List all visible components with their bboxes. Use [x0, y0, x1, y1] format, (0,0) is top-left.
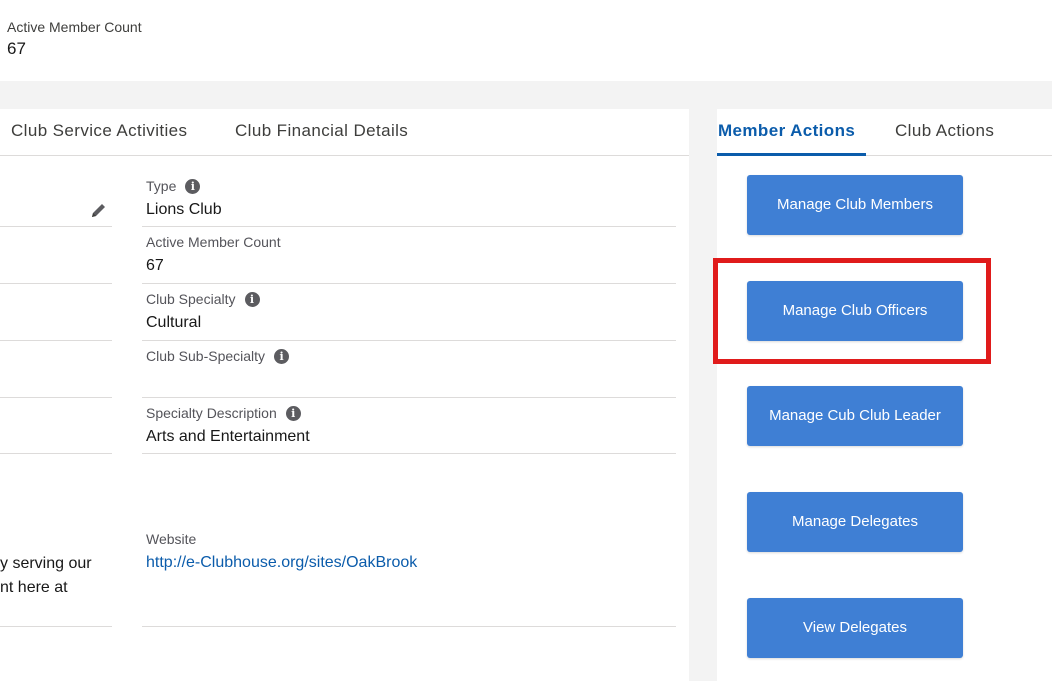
- tab-club-financial-details[interactable]: Club Financial Details: [235, 121, 408, 141]
- field-value: [146, 371, 289, 389]
- field-active-member-count: Active Member Count 67: [146, 234, 281, 275]
- field-label: Active Member Count: [146, 234, 281, 250]
- field-specialty-description: Specialty Description i Arts and Entertai…: [146, 405, 310, 446]
- pencil-icon[interactable]: [90, 201, 108, 219]
- active-tab-indicator: [717, 153, 866, 156]
- field-value: 67: [146, 257, 164, 274]
- field-divider: [142, 340, 676, 341]
- highlights-panel: Active Member Count 67: [0, 0, 1052, 81]
- tab-club-actions[interactable]: Club Actions: [895, 121, 994, 141]
- manage-cub-club-leader-button[interactable]: Manage Cub Club Leader: [747, 386, 963, 446]
- details-tabs: Club Service Activities Club Financial D…: [0, 109, 689, 156]
- field-value: Arts and Entertainment: [146, 428, 310, 445]
- actions-card: Member Actions Club Actions Manage Club …: [717, 109, 1052, 681]
- field-value: Lions Club: [146, 201, 222, 218]
- field-divider: [142, 397, 676, 398]
- field-label: Website: [146, 531, 197, 547]
- club-details-card: Club Service Activities Club Financial D…: [0, 109, 689, 681]
- field-divider: [142, 283, 676, 284]
- field-label: Club Specialty: [146, 291, 236, 307]
- info-icon[interactable]: i: [285, 405, 301, 421]
- field-divider: [0, 226, 112, 227]
- field-website: Website http://e-Clubhouse.org/sites/Oak…: [146, 531, 417, 572]
- info-icon[interactable]: i: [244, 291, 260, 307]
- website-link[interactable]: http://e-Clubhouse.org/sites/OakBrook: [146, 554, 417, 572]
- field-value: Cultural: [146, 314, 202, 331]
- field-club-sub-specialty: Club Sub-Specialty i: [146, 348, 290, 389]
- tab-club-service-activities[interactable]: Club Service Activities: [11, 121, 187, 141]
- field-divider: [142, 453, 676, 454]
- field-label: Type: [146, 178, 177, 194]
- info-icon[interactable]: i: [274, 348, 290, 364]
- field-divider: [0, 626, 112, 627]
- field-divider: [0, 397, 112, 398]
- field-divider: [0, 453, 112, 454]
- field-divider: [142, 626, 676, 627]
- info-icon[interactable]: i: [185, 178, 201, 194]
- manage-club-members-button[interactable]: Manage Club Members: [747, 175, 963, 235]
- actions-tabs: Member Actions Club Actions: [717, 109, 1052, 156]
- highlight-annotation: [713, 258, 991, 364]
- field-divider: [142, 226, 676, 227]
- field-divider: [0, 283, 112, 284]
- field-type: Type i Lions Club: [146, 178, 222, 219]
- description-text-line: y serving our: [0, 555, 92, 572]
- field-label: Club Sub-Specialty: [146, 348, 266, 364]
- active-member-count-value: 67: [7, 39, 26, 58]
- tab-member-actions[interactable]: Member Actions: [718, 121, 855, 141]
- active-member-count-label: Active Member Count: [7, 19, 142, 35]
- field-club-specialty: Club Specialty i Cultural: [146, 291, 260, 332]
- field-divider: [0, 340, 112, 341]
- description-text-line: nt here at: [0, 579, 68, 596]
- manage-delegates-button[interactable]: Manage Delegates: [747, 492, 963, 552]
- view-delegates-button[interactable]: View Delegates: [747, 598, 963, 658]
- field-label: Specialty Description: [146, 405, 277, 421]
